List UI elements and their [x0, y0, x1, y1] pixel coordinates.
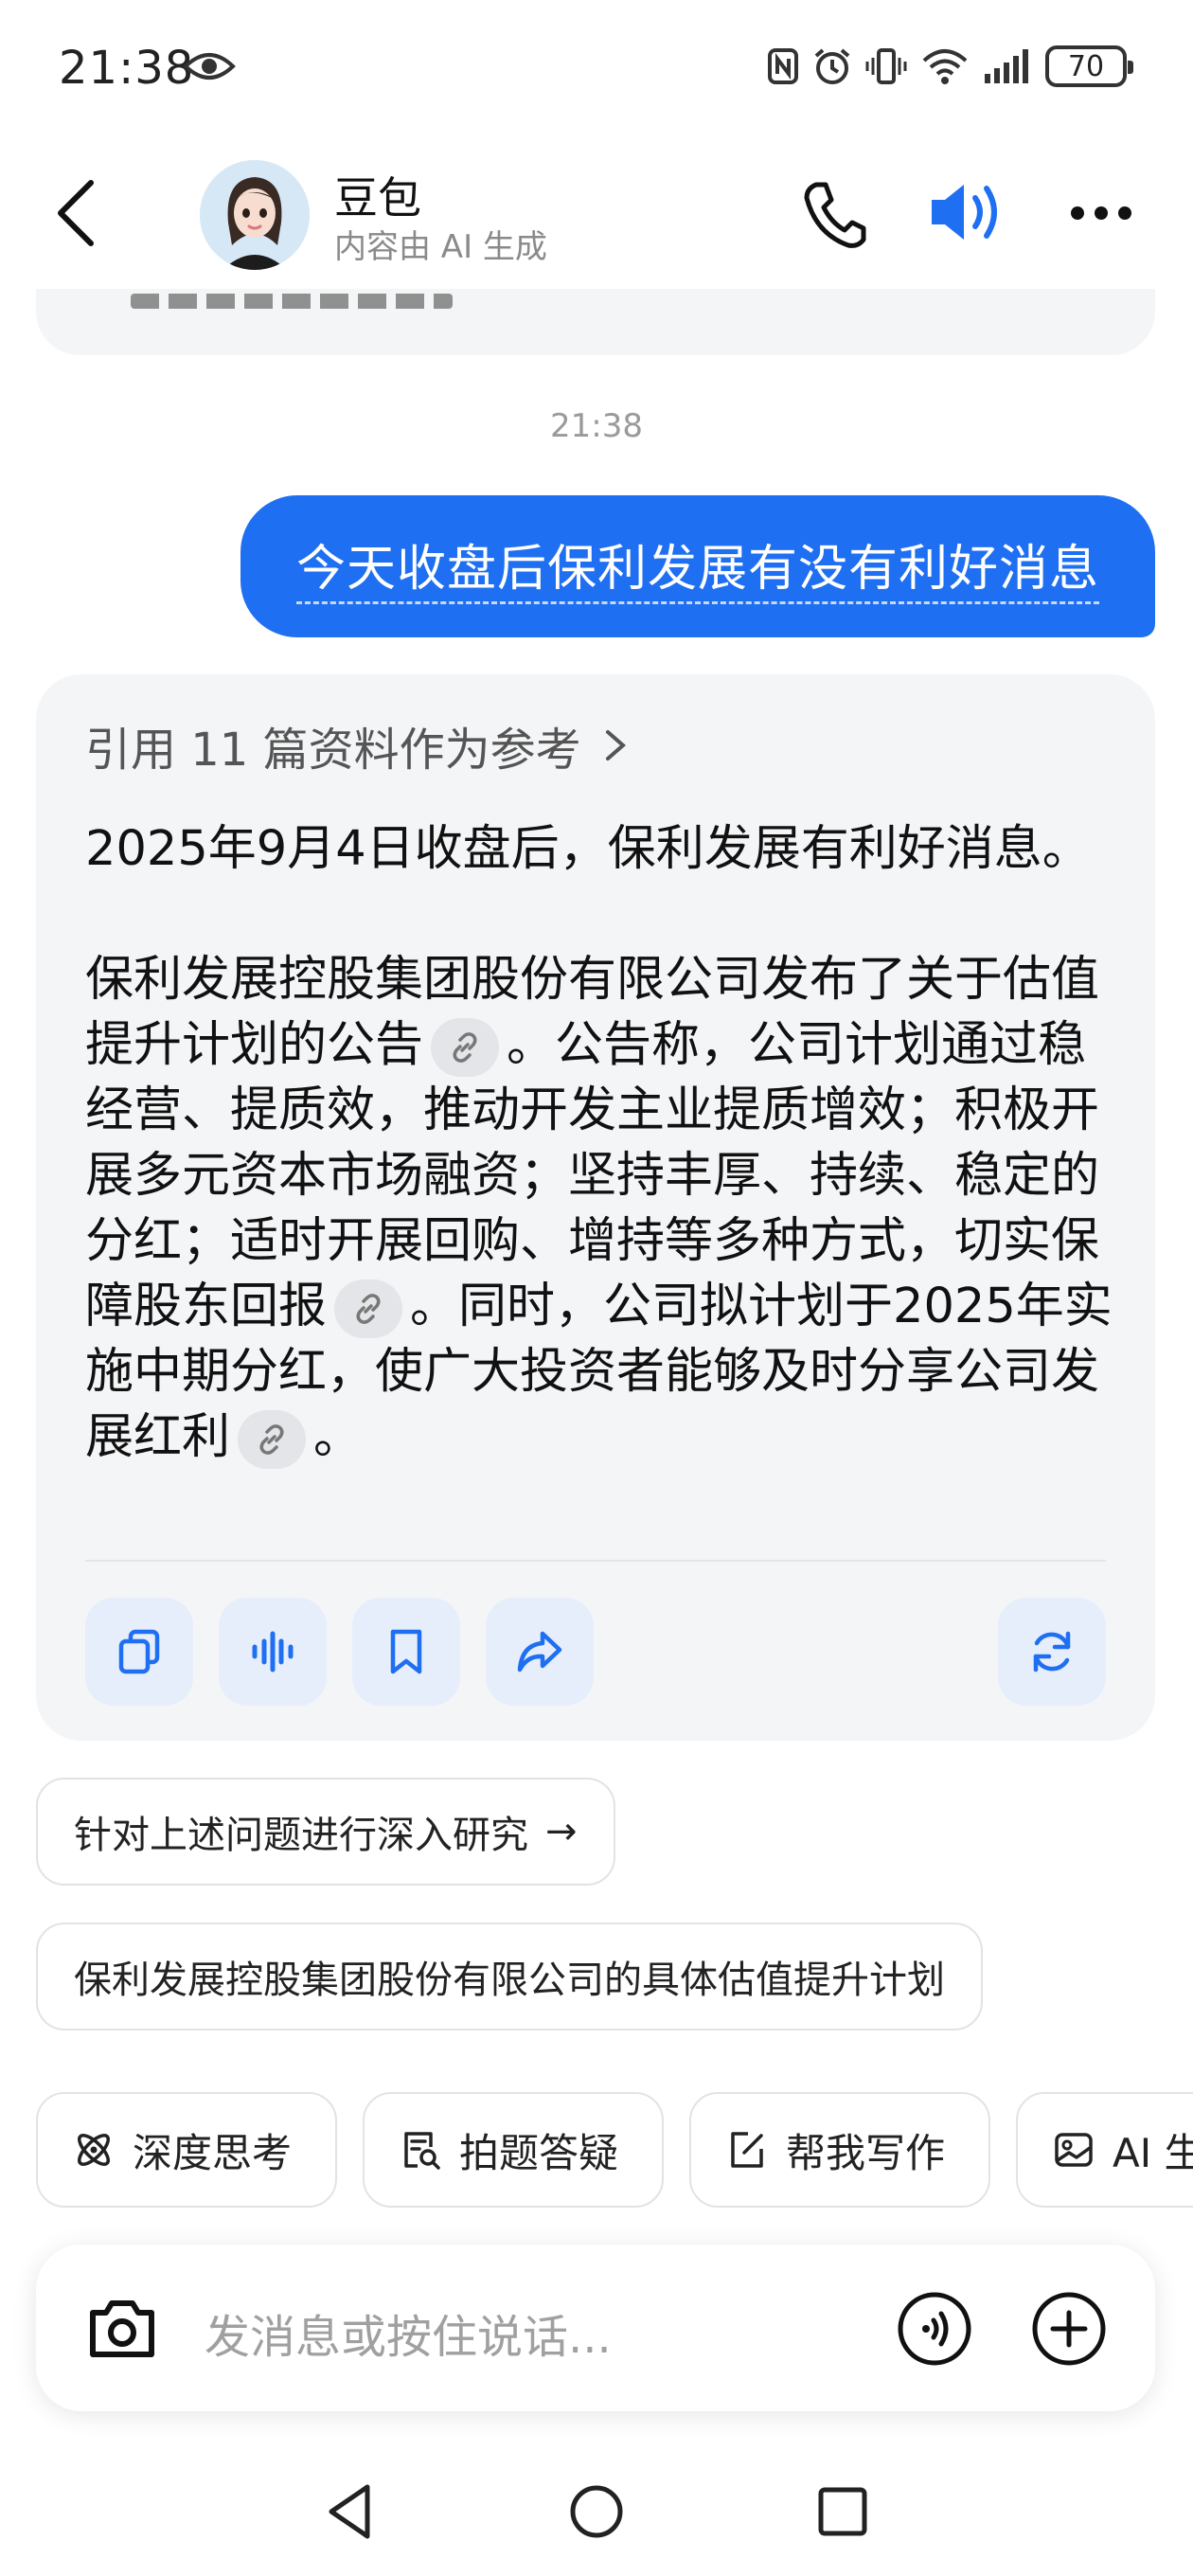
bookmark-button[interactable]: [352, 1598, 460, 1706]
copy-icon: [118, 1629, 160, 1674]
ai-reply-text: 2025年9月4日收盘后，保利发展有利好消息。 保利发展控股集团股份有限公司发布…: [85, 816, 1117, 1470]
ai-paragraph-1: 2025年9月4日收盘后，保利发展有利好消息。: [85, 821, 1091, 877]
read-aloud-button[interactable]: [219, 1598, 327, 1706]
skill-ai-image[interactable]: AI 生图: [1016, 2092, 1193, 2208]
skill-label: 帮我写作: [786, 2129, 946, 2176]
references-link[interactable]: 引用 11 篇资料作为参考: [85, 712, 629, 778]
back-arrow-icon[interactable]: [49, 175, 102, 251]
status-icons: 70: [767, 43, 1133, 90]
plus-icon[interactable]: [1030, 2290, 1108, 2368]
battery-level: 70: [1067, 49, 1105, 83]
image-icon: [1055, 2133, 1093, 2167]
references-label: 引用 11 篇资料作为参考: [85, 724, 581, 777]
skill-help-write[interactable]: 帮我写作: [689, 2092, 990, 2208]
nav-recents-icon[interactable]: [816, 2485, 869, 2538]
ai-paragraph-2: 保利发展控股集团股份有限公司发布了关于估值提升计划的公告 。公告称，公司计划通过稳…: [85, 947, 1117, 1470]
vibrate-icon: [865, 48, 907, 84]
copy-button[interactable]: [85, 1598, 193, 1706]
eye-icon: [183, 53, 236, 80]
chat-subtitle: 内容由 AI 生成: [334, 228, 547, 266]
share-button[interactable]: [486, 1598, 594, 1706]
phone-icon[interactable]: [801, 179, 867, 251]
regenerate-button[interactable]: [998, 1598, 1106, 1706]
skills-row: 深度思考 拍题答疑 帮我写作 AI 生图: [36, 2092, 1193, 2208]
suggestion-chip-valuation-plan[interactable]: 保利发展控股集团股份有限公司的具体估值提升计划: [36, 1923, 983, 2030]
edit-icon: [731, 2132, 763, 2168]
camera-icon[interactable]: [85, 2292, 159, 2364]
skill-deep-think[interactable]: 深度思考: [36, 2092, 337, 2208]
soundwave-icon: [252, 1631, 294, 1673]
chat-timestamp: 21:38: [550, 407, 643, 445]
share-icon: [517, 1631, 562, 1673]
status-bar: 21:38 70: [0, 0, 1193, 137]
scan-question-icon: [404, 2132, 440, 2170]
nav-back-icon[interactable]: [324, 2481, 377, 2542]
more-icon[interactable]: [1068, 204, 1134, 223]
signal-icon: [985, 49, 1028, 83]
user-message-bubble[interactable]: 今天收盘后保利发展有没有利好消息: [240, 495, 1155, 637]
card-divider: [85, 1560, 1106, 1562]
battery-icon: 70: [1045, 45, 1133, 87]
voice-input-icon[interactable]: [896, 2290, 973, 2368]
suggestion-label: 针对上述问题进行深入研究: [74, 1814, 528, 1857]
avatar[interactable]: [200, 160, 310, 270]
suggestion-chip-research[interactable]: 针对上述问题进行深入研究 →: [36, 1778, 615, 1886]
bookmark-icon: [390, 1629, 422, 1674]
nfc-icon: [768, 48, 798, 84]
speaker-icon[interactable]: [928, 179, 1006, 245]
source-link-icon[interactable]: [238, 1410, 307, 1469]
nav-home-icon[interactable]: [568, 2483, 625, 2540]
arrow-right-icon: →: [545, 1810, 578, 1853]
message-input-bar: 发消息或按住说话...: [36, 2245, 1155, 2411]
status-time: 21:38: [59, 42, 195, 95]
source-link-icon[interactable]: [334, 1279, 403, 1338]
chevron-right-icon: [605, 730, 626, 760]
suggestion-label: 保利发展控股集团股份有限公司的具体估值提升计划: [74, 1959, 945, 2002]
chat-header: 豆包 内容由 AI 生成: [0, 137, 1193, 289]
ai-reply-card: 引用 11 篇资料作为参考 2025年9月4日收盘后，保利发展有利好消息。 保利…: [36, 674, 1155, 1741]
skill-photo-question[interactable]: 拍题答疑: [363, 2092, 664, 2208]
skill-label: 深度思考: [133, 2129, 293, 2176]
chat-title: 豆包: [334, 172, 421, 224]
system-nav-bar: [0, 2462, 1193, 2576]
skill-label: 拍题答疑: [459, 2129, 619, 2176]
wifi-icon: [922, 49, 968, 84]
message-input[interactable]: 发消息或按住说话...: [205, 2299, 612, 2366]
atom-icon: [78, 2134, 110, 2166]
source-link-icon[interactable]: [431, 1018, 500, 1077]
skill-label: AI 生图: [1113, 2129, 1193, 2176]
alarm-icon: [814, 48, 850, 84]
user-message-text: 今天收盘后保利发展有没有利好消息: [295, 528, 1099, 604]
refresh-icon: [1033, 1631, 1071, 1673]
